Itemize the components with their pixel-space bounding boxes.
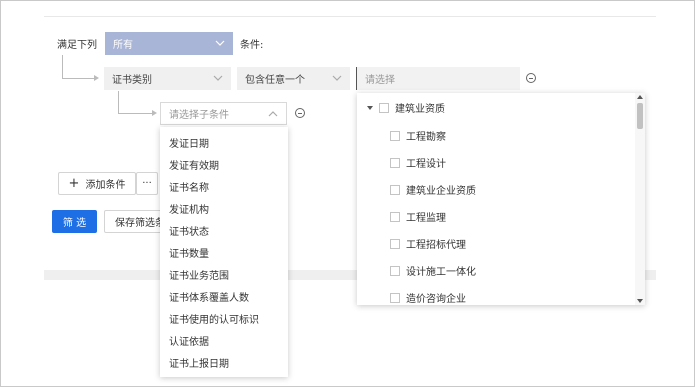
chevron-down-icon [332, 75, 342, 81]
sub-option[interactable]: 证书体系覆盖人数 [169, 289, 249, 304]
tree-root-item[interactable]: 建筑业资质 [365, 100, 445, 115]
sub-option[interactable]: 发证日期 [169, 135, 209, 150]
top-divider [44, 16, 656, 17]
scroll-up-arrow-icon[interactable] [635, 94, 645, 100]
tree-child-label: 工程监理 [406, 213, 446, 224]
sub-condition-placeholder: 请选择子条件 [169, 110, 229, 121]
tree-child-label: 设计施工一体化 [406, 267, 476, 278]
scrollbar[interactable] [635, 93, 645, 305]
sub-condition-select[interactable]: 请选择子条件 [160, 102, 287, 125]
more-button[interactable]: ··· [136, 172, 158, 195]
operator-select[interactable]: 包含任意一个 [237, 67, 350, 90]
match-select-value: 所有 [113, 40, 133, 51]
tree-child-item[interactable]: 建筑业企业资质 [390, 182, 476, 197]
minus-circle-icon[interactable] [526, 73, 536, 83]
tree-child-label: 工程设计 [406, 159, 446, 170]
tree-checkbox[interactable] [390, 157, 400, 168]
sub-option[interactable]: 证书名称 [169, 179, 209, 194]
value-input-placeholder: 请选择 [365, 75, 395, 86]
save-filter-label: 保存筛选条 [115, 218, 164, 229]
filter-button-label: 筛 选 [62, 218, 87, 229]
match-label: 满足下列 [57, 40, 97, 51]
more-button-label: ··· [142, 178, 152, 189]
sub-option[interactable]: 证书业务范围 [169, 267, 229, 282]
tree-checkbox[interactable] [390, 292, 400, 303]
tree-connector [62, 55, 63, 78]
tree-child-item[interactable]: 造价咨询企业 [390, 290, 466, 305]
tree-child-item[interactable]: 工程勘察 [390, 128, 446, 143]
sub-option[interactable]: 证书上报日期 [169, 355, 229, 370]
field-select-value: 证书类别 [112, 75, 152, 86]
tree-child-item[interactable]: 设计施工一体化 [390, 263, 476, 278]
tree-child-label: 工程勘察 [406, 132, 446, 143]
tree-connector [118, 91, 119, 113]
tree-child-label: 造价咨询企业 [406, 294, 466, 305]
tree-child-label: 工程招标代理 [406, 240, 466, 251]
tree-child-label: 建筑业企业资质 [406, 186, 476, 197]
tree-child-item[interactable]: 工程招标代理 [390, 236, 466, 251]
minus-circle-icon[interactable] [295, 108, 305, 118]
plus-icon: + [68, 176, 80, 191]
tree-checkbox[interactable] [379, 102, 389, 113]
sub-option[interactable]: 发证有效期 [169, 157, 219, 172]
sub-option[interactable]: 证书状态 [169, 223, 209, 238]
tree-child-item[interactable]: 工程设计 [390, 155, 446, 170]
filter-button[interactable]: 筛 选 [52, 210, 97, 233]
scrollbar-thumb[interactable] [637, 103, 643, 129]
value-input[interactable]: 请选择 [356, 67, 520, 90]
connector-arrow-icon [152, 110, 157, 116]
condition-label: 条件: [240, 40, 264, 51]
operator-select-value: 包含任意一个 [245, 75, 305, 86]
sub-option[interactable]: 认证依据 [169, 333, 209, 348]
tree-checkbox[interactable] [390, 211, 400, 222]
value-tree-dropdown: 建筑业资质 工程勘察 工程设计 建筑业企业资质 工程监理 工程招标代理 设计施工… [357, 93, 645, 305]
scroll-down-arrow-icon[interactable] [635, 298, 645, 304]
chevron-up-icon [268, 111, 278, 117]
tree-root-label: 建筑业资质 [395, 104, 445, 115]
chevron-down-icon [215, 40, 225, 46]
save-filter-button[interactable]: 保存筛选条 [104, 210, 164, 233]
connector-arrow-icon [94, 75, 99, 81]
add-condition-button[interactable]: + 添加条件 [58, 172, 136, 195]
tree-checkbox[interactable] [390, 238, 400, 249]
tree-checkbox[interactable] [390, 184, 400, 195]
sub-option[interactable]: 证书数量 [169, 245, 209, 260]
tree-child-item[interactable]: 工程监理 [390, 209, 446, 224]
tree-connector [118, 113, 152, 114]
add-condition-label: 添加条件 [85, 180, 126, 191]
caret-down-icon[interactable] [365, 103, 375, 113]
sub-option[interactable]: 发证机构 [169, 201, 209, 216]
tree-checkbox[interactable] [390, 130, 400, 141]
sub-condition-dropdown: 发证日期 发证有效期 证书名称 发证机构 证书状态 证书数量 证书业务范围 证书… [160, 127, 288, 377]
tree-checkbox[interactable] [390, 265, 400, 276]
match-select[interactable]: 所有 [105, 32, 233, 55]
sub-option[interactable]: 证书使用的认可标识 [169, 311, 259, 326]
field-select[interactable]: 证书类别 [104, 67, 231, 90]
tree-connector [62, 78, 94, 79]
chevron-down-icon [213, 75, 223, 81]
